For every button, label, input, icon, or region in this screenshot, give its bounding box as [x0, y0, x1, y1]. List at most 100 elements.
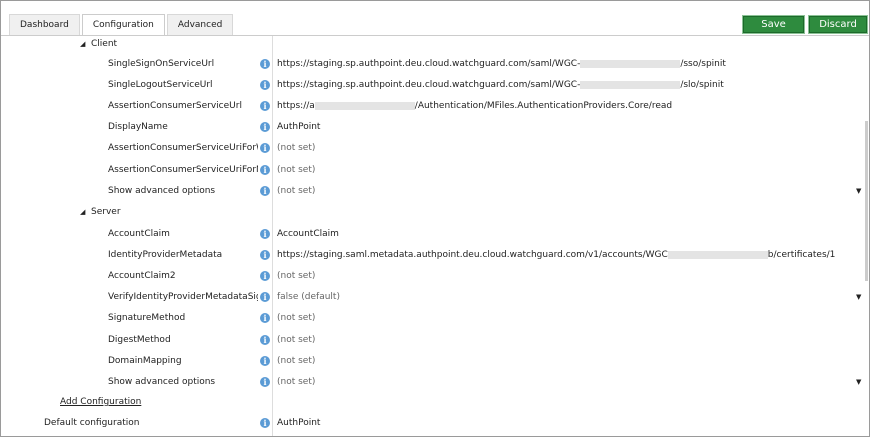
- info-icon[interactable]: i: [260, 80, 270, 91]
- value-text: (not set): [277, 334, 316, 345]
- info-icon[interactable]: i: [260, 271, 270, 282]
- group-header-server[interactable]: ◢ Server: [1, 203, 869, 221]
- collapse-triangle-icon[interactable]: ◢: [80, 203, 85, 221]
- info-icon[interactable]: i: [260, 376, 270, 387]
- tab-advanced[interactable]: Advanced: [166, 14, 234, 35]
- property-value[interactable]: https://staging.sp.authpoint.deu.cloud.w…: [277, 76, 724, 94]
- property-value[interactable]: (not set): [277, 309, 315, 327]
- property-value[interactable]: (not set): [277, 161, 315, 179]
- property-label: AssertionConsumerServiceUriForWeb: [108, 143, 258, 154]
- property-value[interactable]: (not set): [277, 139, 315, 157]
- tab-dashboard[interactable]: Dashboard: [9, 14, 80, 35]
- property-value[interactable]: false (default): [277, 288, 340, 306]
- group-label: Server: [91, 207, 121, 217]
- property-row: DigestMethod i (not set): [1, 331, 869, 349]
- property-label: SingleSignOnServiceUrl: [108, 59, 215, 69]
- info-icon[interactable]: i: [260, 229, 270, 239]
- value-text: AuthPoint: [277, 122, 321, 133]
- save-button[interactable]: Save: [742, 15, 805, 34]
- property-value[interactable]: (not set): [277, 267, 315, 285]
- default-configuration-value[interactable]: AuthPoint: [277, 414, 320, 432]
- property-row: AssertionConsumerServiceUriForWebi (not s…: [1, 139, 869, 157]
- dropdown-arrow-icon[interactable]: ▼: [856, 373, 861, 391]
- tab-bar: Dashboard Configuration Advanced: [9, 14, 235, 36]
- value-suffix: b/certificates/1: [767, 250, 836, 261]
- info-icon[interactable]: i: [260, 355, 270, 366]
- redacted-block: [580, 59, 681, 68]
- info-icon[interactable]: i: [260, 250, 270, 261]
- value-text: (not set): [277, 355, 316, 366]
- property-label: DisplayName: [108, 122, 168, 133]
- redacted-block: [667, 250, 768, 259]
- redacted-block: [580, 80, 681, 89]
- info-icon[interactable]: i: [260, 122, 270, 133]
- default-configuration-label: Default configuration: [44, 418, 140, 428]
- value-suffix: /sso/spinit: [680, 59, 726, 69]
- info-icon[interactable]: i: [260, 334, 270, 345]
- info-icon[interactable]: i: [260, 185, 270, 196]
- property-row: DomainMapping i (not set): [1, 352, 869, 370]
- property-row: DisplayName i AuthPoint: [1, 118, 869, 136]
- group-label: Client: [91, 39, 118, 49]
- collapse-triangle-icon[interactable]: ◢: [80, 35, 85, 53]
- property-label: AccountClaim2: [108, 271, 176, 282]
- value-text: (not set): [277, 376, 316, 387]
- property-row: AssertionConsumerServiceUriForNat...i (no…: [1, 161, 869, 179]
- property-value[interactable]: (not set): [277, 182, 315, 200]
- info-icon[interactable]: i: [260, 292, 270, 303]
- property-row: SingleLogoutServiceUrl i https://staging.s…: [1, 76, 869, 94]
- property-label: VerifyIdentityProviderMetadataSign...: [108, 292, 258, 303]
- property-label: Show advanced options: [108, 376, 216, 387]
- add-configuration-link[interactable]: Add Configuration: [60, 393, 141, 411]
- add-configuration-row: Add Configuration: [1, 393, 869, 411]
- property-label: DomainMapping: [108, 355, 182, 366]
- property-row: AssertionConsumerServiceUrl i https://a/Au…: [1, 97, 869, 115]
- property-label: DigestMethod: [108, 334, 171, 345]
- value-prefix: https://staging.sp.authpoint.deu.cloud.w…: [277, 80, 581, 91]
- value-text: (not set): [277, 185, 316, 196]
- value-text: false (default): [277, 292, 340, 303]
- group-header-client[interactable]: ◢ Client: [1, 35, 869, 53]
- value-text: (not set): [277, 313, 316, 324]
- property-value[interactable]: https://a/Authentication/MFiles.Authenti…: [277, 97, 672, 115]
- property-label: IdentityProviderMetadata: [108, 250, 223, 261]
- redacted-block: [314, 101, 415, 110]
- value-text: (not set): [277, 271, 316, 282]
- value-suffix: /slo/spinit: [680, 80, 724, 91]
- value-text: AccountClaim: [277, 229, 339, 239]
- dropdown-arrow-icon[interactable]: ▼: [856, 288, 861, 306]
- default-configuration-row: Default configuration i AuthPoint: [1, 414, 869, 432]
- property-row: Show advanced options i (not set) ▼: [1, 182, 869, 200]
- tab-configuration[interactable]: Configuration: [81, 14, 165, 36]
- property-label: AssertionConsumerServiceUriForNat...: [108, 164, 258, 175]
- value-prefix: https://staging.saml.metadata.authpoint.…: [277, 250, 668, 261]
- property-value[interactable]: AccountClaim: [277, 225, 339, 243]
- info-icon[interactable]: i: [260, 101, 270, 112]
- property-label: SignatureMethod: [108, 313, 186, 324]
- property-row: SingleSignOnServiceUrl i https://staging.s…: [1, 55, 869, 73]
- info-icon[interactable]: i: [260, 59, 270, 69]
- property-label: AccountClaim: [108, 229, 170, 239]
- info-icon[interactable]: i: [260, 313, 270, 324]
- property-label: SingleLogoutServiceUrl: [108, 80, 213, 91]
- value-text: (not set): [277, 164, 316, 175]
- value-suffix: /Authentication/MFiles.AuthenticationPro…: [414, 101, 673, 112]
- property-row: VerifyIdentityProviderMetadataSign...ifa…: [1, 288, 869, 306]
- property-value[interactable]: https://staging.saml.metadata.authpoint.…: [277, 246, 835, 264]
- info-icon[interactable]: i: [260, 418, 270, 428]
- info-icon[interactable]: i: [260, 164, 270, 175]
- property-value[interactable]: (not set): [277, 373, 315, 391]
- property-row: SignatureMethod i (not set): [1, 309, 869, 327]
- property-label: AssertionConsumerServiceUrl: [108, 101, 242, 112]
- info-icon[interactable]: i: [260, 143, 270, 154]
- value-prefix: https://a: [277, 101, 315, 112]
- property-value[interactable]: https://staging.sp.authpoint.deu.cloud.w…: [277, 55, 726, 73]
- property-row: Show advanced options i (not set) ▼: [1, 373, 869, 391]
- property-row: IdentityProviderMetadata i https://staging…: [1, 246, 869, 264]
- property-value[interactable]: (not set): [277, 352, 315, 370]
- value-prefix: https://staging.sp.authpoint.deu.cloud.w…: [277, 59, 581, 69]
- property-value[interactable]: (not set): [277, 331, 315, 349]
- discard-button[interactable]: Discard: [808, 15, 868, 34]
- dropdown-arrow-icon[interactable]: ▼: [856, 182, 861, 200]
- property-value[interactable]: AuthPoint: [277, 118, 320, 136]
